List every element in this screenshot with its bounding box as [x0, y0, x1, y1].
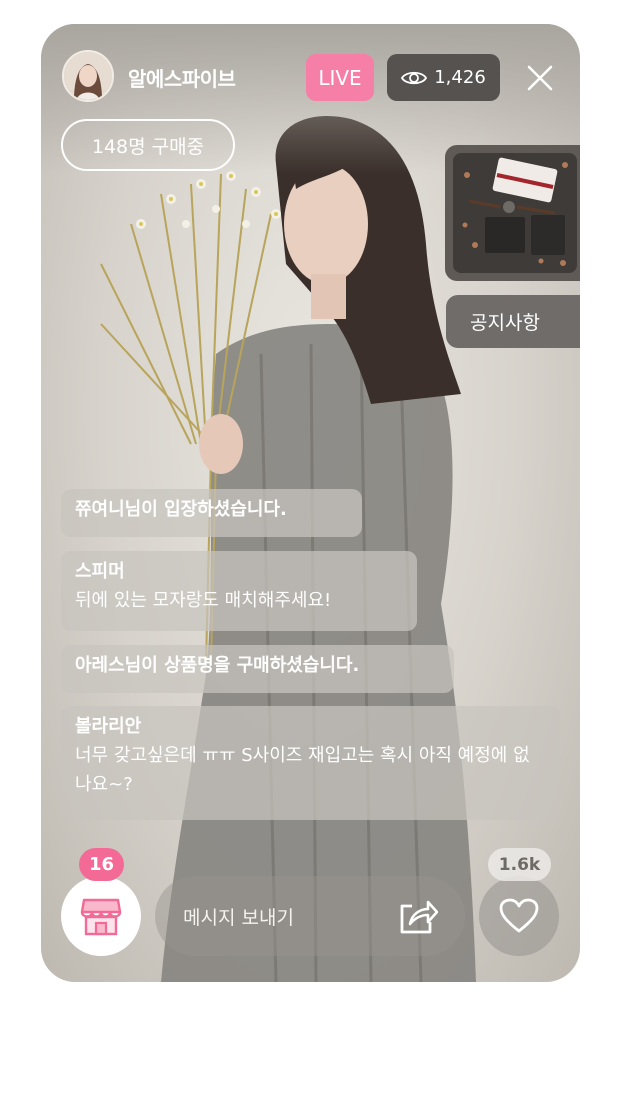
share-icon[interactable]: [396, 896, 438, 936]
shop-name[interactable]: 알에스파이브: [128, 63, 236, 92]
eye-icon: [401, 71, 428, 84]
cart-count-badge: 16: [79, 848, 124, 881]
chat-text: 뒤에 있는 모자랑도 매치해주세요!: [75, 590, 332, 611]
viewer-count: 1,426: [434, 67, 486, 88]
chat-system-message: 쮸여니님이 입장하셨습니다.: [61, 489, 362, 537]
shop-avatar[interactable]: [62, 50, 114, 102]
heart-icon: [499, 898, 539, 933]
shop-button[interactable]: [61, 876, 141, 956]
chat-system-message: 아레스님이 상품명을 구매하셨습니다.: [61, 645, 454, 693]
chat-message: 볼라리안 너무 갖고싶은데 ㅠㅠ S사이즈 재입고는 혹시 아직 예정에 없나요…: [61, 706, 560, 820]
chat-username: 볼라리안: [75, 716, 142, 737]
like-button[interactable]: [479, 876, 559, 956]
buying-count-pill: 148명 구매중: [61, 119, 235, 171]
like-count-badge: 1.6k: [488, 848, 551, 881]
live-stream-screen: 알에스파이브 LIVE 1,426 148명 구매중 공지사항 쮸여니님이 입장…: [41, 24, 580, 982]
close-icon[interactable]: [526, 64, 554, 92]
store-icon: [80, 898, 122, 936]
product-image: [453, 153, 577, 273]
product-thumbnail[interactable]: [445, 145, 580, 281]
chat-message: 스피머 뒤에 있는 모자랑도 매치해주세요!: [61, 551, 417, 631]
chat-text: 쮸여니님이 입장하셨습니다.: [75, 499, 287, 520]
viewer-count-badge: 1,426: [387, 54, 500, 101]
chat-text: 아레스님이 상품명을 구매하셨습니다.: [75, 655, 360, 676]
avatar-image: [64, 52, 112, 100]
notice-button[interactable]: 공지사항: [446, 295, 580, 348]
live-badge: LIVE: [306, 54, 374, 101]
chat-username: 스피머: [75, 561, 125, 582]
chat-text: 너무 갖고싶은데 ㅠㅠ S사이즈 재입고는 혹시 아직 예정에 없나요~?: [75, 745, 530, 795]
